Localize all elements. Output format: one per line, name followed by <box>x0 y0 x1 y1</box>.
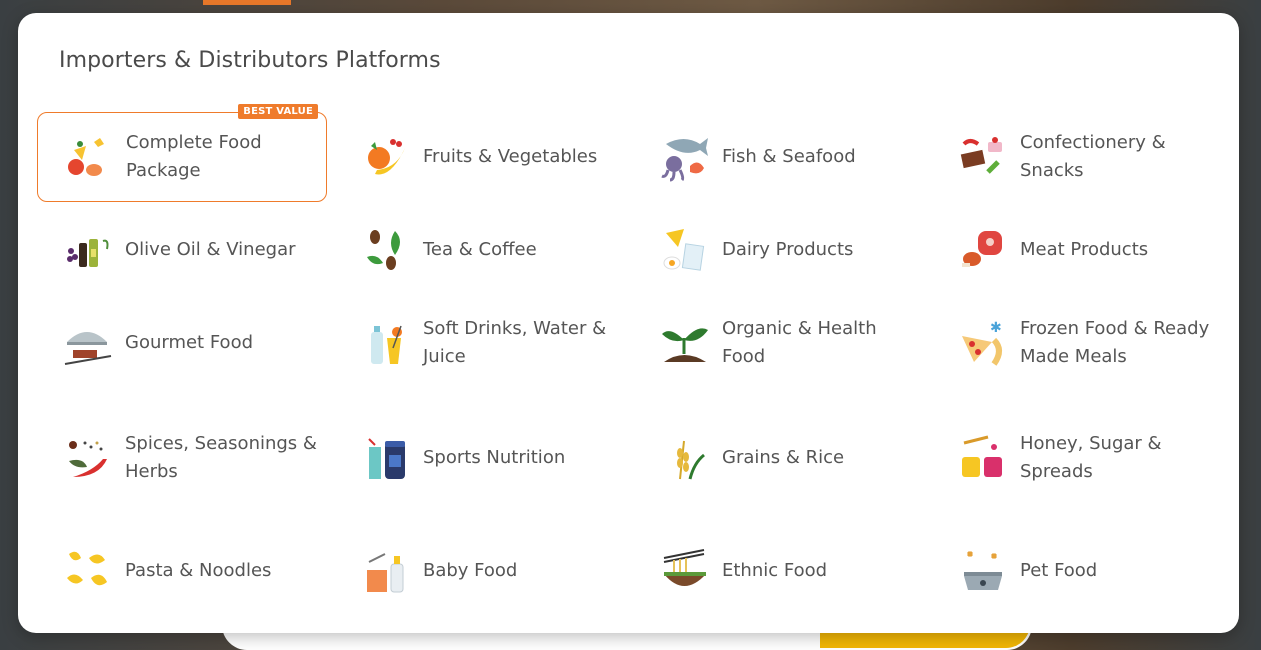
category-organic-health[interactable]: Organic & Health Food <box>634 298 924 388</box>
category-fish-seafood[interactable]: Fish & Seafood <box>634 112 924 202</box>
category-label: Fish & Seafood <box>722 146 856 167</box>
category-label: Tea & Coffee <box>423 239 537 260</box>
ethnic-bowl-icon <box>663 549 706 586</box>
category-label: Spices, Seasonings & Herbs <box>125 433 317 482</box>
category-label: Honey, Sugar & Spreads <box>1020 433 1162 482</box>
fruits-vegetables-icon <box>368 139 405 175</box>
baby-food-icon <box>367 553 404 593</box>
category-label: Pet Food <box>1020 560 1098 581</box>
category-dairy-products[interactable]: Dairy Products <box>634 205 924 295</box>
category-label: Gourmet Food <box>125 332 254 353</box>
category-confectionery-snacks[interactable]: Confectionery & Snacks <box>932 112 1222 202</box>
svg-text:✱: ✱ <box>990 320 1002 336</box>
fish-seafood-icon <box>661 138 708 182</box>
background-accent-strip <box>203 0 291 5</box>
category-label: Organic & Health Food <box>722 318 877 367</box>
category-ethnic-food[interactable]: Ethnic Food <box>634 526 924 616</box>
category-fruits-vegetables[interactable]: Fruits & Vegetables <box>335 112 625 202</box>
category-olive-oil-vinegar[interactable]: Olive Oil & Vinegar <box>37 205 327 295</box>
best-value-badge: BEST VALUE <box>238 104 318 119</box>
spices-icon <box>69 441 107 477</box>
category-pasta-noodles[interactable]: Pasta & Noodles <box>37 526 327 616</box>
category-label: Soft Drinks, Water & Juice <box>423 318 607 367</box>
category-gourmet-food[interactable]: Gourmet Food <box>37 298 327 388</box>
category-label: Frozen Food & Ready Made Meals <box>1020 318 1210 367</box>
category-label: Meat Products <box>1020 239 1149 260</box>
organic-sprout-icon <box>662 328 708 362</box>
soft-drinks-icon <box>371 325 402 364</box>
category-label: Baby Food <box>423 560 518 581</box>
category-label: Sports Nutrition <box>423 447 566 468</box>
category-label: Ethnic Food <box>722 560 828 581</box>
category-label: Fruits & Vegetables <box>423 146 598 167</box>
category-sports-nutrition[interactable]: Sports Nutrition <box>335 413 625 503</box>
confectionery-icon <box>960 137 1002 174</box>
honey-icon <box>962 435 1002 477</box>
category-complete-food-package[interactable]: BEST VALUE Complete Food Package <box>37 104 327 202</box>
gourmet-cloche-icon <box>64 332 112 365</box>
olive-oil-icon <box>67 239 109 267</box>
category-label: Olive Oil & Vinegar <box>125 239 296 260</box>
frozen-pizza-icon: ✱ <box>962 320 1002 366</box>
dairy-icon <box>663 229 705 271</box>
category-soft-drinks[interactable]: Soft Drinks, Water & Juice <box>335 298 625 388</box>
pet-bowl-icon <box>964 550 1002 590</box>
category-meat-products[interactable]: Meat Products <box>932 205 1222 295</box>
category-label: Pasta & Noodles <box>125 560 272 581</box>
category-baby-food[interactable]: Baby Food <box>335 526 625 616</box>
category-label: Complete Food Package <box>126 132 262 181</box>
category-label: Grains & Rice <box>722 447 845 468</box>
pasta-icon <box>67 551 107 586</box>
category-tea-coffee[interactable]: Tea & Coffee <box>335 205 625 295</box>
sports-nutrition-icon <box>368 438 405 479</box>
categories-dropdown-panel: Importers & Distributors Platforms BEST … <box>18 13 1239 633</box>
category-frozen-food[interactable]: ✱ Frozen Food & Ready Made Meals <box>932 298 1222 388</box>
meat-icon <box>962 231 1002 267</box>
grains-icon <box>677 440 705 480</box>
category-honey-sugar[interactable]: Honey, Sugar & Spreads <box>932 413 1222 503</box>
category-label: Confectionery & Snacks <box>1020 132 1166 181</box>
tea-coffee-icon <box>367 230 400 270</box>
category-label: Dairy Products <box>722 239 854 260</box>
category-pet-food[interactable]: Pet Food <box>932 526 1222 616</box>
food-package-icon <box>68 138 104 176</box>
category-spices[interactable]: Spices, Seasonings & Herbs <box>37 413 327 503</box>
category-grains-rice[interactable]: Grains & Rice <box>634 413 924 503</box>
panel-title: Importers & Distributors Platforms <box>59 48 441 73</box>
